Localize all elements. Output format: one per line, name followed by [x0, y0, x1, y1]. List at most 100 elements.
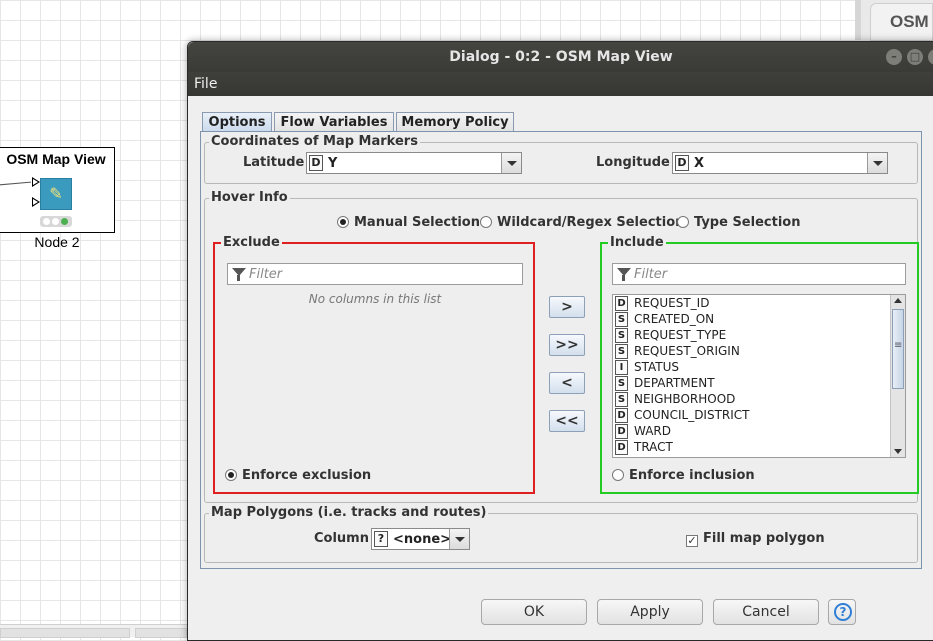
- column-name: TRACT: [634, 440, 673, 454]
- help-icon: ?: [834, 603, 852, 621]
- column-type-icon: S: [615, 344, 628, 359]
- list-item[interactable]: S REQUEST_TYPE: [615, 328, 726, 344]
- latitude-select[interactable]: D Y: [306, 152, 522, 174]
- cancel-button[interactable]: Cancel: [713, 599, 819, 625]
- longitude-value: X: [694, 156, 705, 171]
- input-port-2[interactable]: [32, 197, 40, 207]
- column-type-icon: S: [615, 376, 628, 391]
- node-label: Node 2: [34, 234, 80, 250]
- radio-manual-selection[interactable]: Manual Selection: [337, 215, 480, 230]
- column-type-icon: S: [615, 312, 628, 327]
- column-type-icon: S: [615, 392, 628, 407]
- move-all-left-button[interactable]: <<: [549, 410, 585, 432]
- filter-icon: [232, 268, 246, 281]
- column-name: REQUEST_ORIGIN: [634, 344, 740, 358]
- scroll-down-icon[interactable]: [891, 445, 905, 457]
- polygon-column-select[interactable]: ? <none>: [371, 528, 470, 550]
- column-type-icon: I: [615, 360, 628, 375]
- menu-bar: File: [188, 72, 933, 96]
- check-icon: ✓: [686, 534, 698, 547]
- radio-indicator: [480, 216, 492, 228]
- scroll-up-icon[interactable]: [891, 295, 905, 307]
- list-item[interactable]: S REQUEST_ORIGIN: [615, 344, 740, 360]
- list-item[interactable]: S NEIGHBORHOOD: [615, 392, 735, 408]
- maximize-icon[interactable]: □: [907, 49, 923, 65]
- connection-line: [0, 181, 31, 186]
- column-type-icon: D: [615, 296, 628, 311]
- chevron-down-icon[interactable]: [501, 153, 521, 173]
- radio-type-selection[interactable]: Type Selection: [677, 215, 800, 230]
- latitude-label: Latitude: [243, 155, 305, 170]
- list-item[interactable]: S DEPARTMENT: [615, 376, 715, 392]
- radio-label: Enforce exclusion: [242, 468, 372, 483]
- move-all-right-button[interactable]: >>: [549, 334, 585, 356]
- list-item[interactable]: D COUNCIL_DISTRICT: [615, 408, 750, 424]
- map-polygons-group: Map Polygons (i.e. tracks and routes) Co…: [204, 505, 918, 563]
- column-name: DEPARTMENT: [634, 376, 715, 390]
- double-type-icon: D: [675, 155, 689, 171]
- radio-label: Manual Selection: [354, 215, 480, 230]
- column-type-icon: S: [615, 328, 628, 343]
- list-item[interactable]: D TRACT: [615, 440, 673, 456]
- status-light-red: [43, 218, 50, 225]
- list-item[interactable]: I STATUS: [615, 360, 679, 376]
- radio-label: Enforce inclusion: [629, 468, 755, 483]
- radio-label: Type Selection: [694, 215, 801, 230]
- chevron-down-icon[interactable]: [867, 153, 887, 173]
- checkbox-label: Fill map polygon: [703, 531, 825, 546]
- column-name: COUNCIL_DISTRICT: [634, 408, 750, 422]
- coordinates-group-title: Coordinates of Map Markers: [209, 134, 420, 149]
- column-name: STATUS: [634, 360, 680, 374]
- options-panel: Coordinates of Map Markers Latitude D Y …: [200, 131, 922, 569]
- include-column-list[interactable]: D REQUEST_ID S CREATED_ON S REQUEST_TYPE SR…: [612, 294, 906, 458]
- chevron-down-icon[interactable]: [449, 529, 469, 549]
- coordinates-group: Coordinates of Map Markers Latitude D Y …: [204, 134, 918, 184]
- menu-file[interactable]: File: [194, 76, 217, 92]
- scroll-thumb[interactable]: [892, 309, 904, 389]
- filter-placeholder: Filter: [634, 267, 668, 282]
- exclude-panel: Exclude Filter No columns in this list E…: [213, 235, 535, 494]
- list-item[interactable]: S CREATED_ON: [615, 312, 714, 328]
- include-filter-input[interactable]: Filter: [612, 263, 906, 285]
- radio-label: Wildcard/Regex Selection: [497, 215, 685, 230]
- node-title: OSM Map View: [6, 151, 106, 167]
- move-right-button[interactable]: >: [549, 296, 585, 318]
- column-name: CREATED_ON: [634, 312, 715, 326]
- apply-button[interactable]: Apply: [597, 599, 703, 625]
- column-label: Column: [314, 531, 369, 546]
- tab-memory-policy[interactable]: Memory Policy: [396, 112, 514, 132]
- status-light-yellow: [52, 218, 59, 225]
- column-name: NEIGHBORHOOD: [634, 392, 736, 406]
- radio-indicator: [677, 216, 689, 228]
- tab-flow-variables[interactable]: Flow Variables: [274, 112, 394, 132]
- longitude-select[interactable]: D X: [672, 152, 888, 174]
- move-left-button[interactable]: <: [549, 372, 585, 394]
- map-polygons-group-title: Map Polygons (i.e. tracks and routes): [209, 505, 489, 520]
- background-window-title: OSM: [890, 12, 929, 31]
- enforce-inclusion-radio[interactable]: Enforce inclusion: [612, 468, 755, 483]
- column-name: REQUEST_ID: [634, 296, 710, 310]
- latitude-value: Y: [328, 156, 338, 171]
- fill-polygon-checkbox[interactable]: ✓ Fill map polygon: [686, 531, 825, 547]
- exclude-empty-text: No columns in this list: [308, 292, 442, 306]
- column-name: REQUEST_TYPE: [634, 328, 727, 342]
- tab-options[interactable]: Options: [202, 112, 272, 132]
- list-scrollbar[interactable]: [890, 295, 905, 457]
- polygon-column-value: <none>: [393, 532, 452, 547]
- include-title: Include: [608, 235, 666, 250]
- map-pin-icon[interactable]: ✎: [40, 178, 72, 210]
- include-panel: Include Filter D REQUEST_ID S CREATED_ON S…: [600, 235, 919, 494]
- workflow-node[interactable]: OSM Map View ✎: [0, 147, 115, 233]
- minimize-icon[interactable]: –: [886, 49, 902, 65]
- help-button[interactable]: ?: [828, 599, 856, 625]
- exclude-title: Exclude: [221, 235, 282, 250]
- radio-wildcard-selection[interactable]: Wildcard/Regex Selection: [480, 215, 684, 230]
- ok-button[interactable]: OK: [481, 599, 587, 625]
- exclude-filter-input[interactable]: Filter: [227, 263, 523, 285]
- enforce-exclusion-radio[interactable]: Enforce exclusion: [225, 468, 371, 483]
- input-port-1[interactable]: [32, 177, 40, 187]
- filter-icon: [617, 268, 631, 281]
- list-item[interactable]: D WARD: [615, 424, 671, 440]
- list-item[interactable]: D REQUEST_ID: [615, 296, 709, 312]
- title-bar[interactable]: Dialog - 0:2 - OSM Map View – □ ×: [188, 42, 933, 72]
